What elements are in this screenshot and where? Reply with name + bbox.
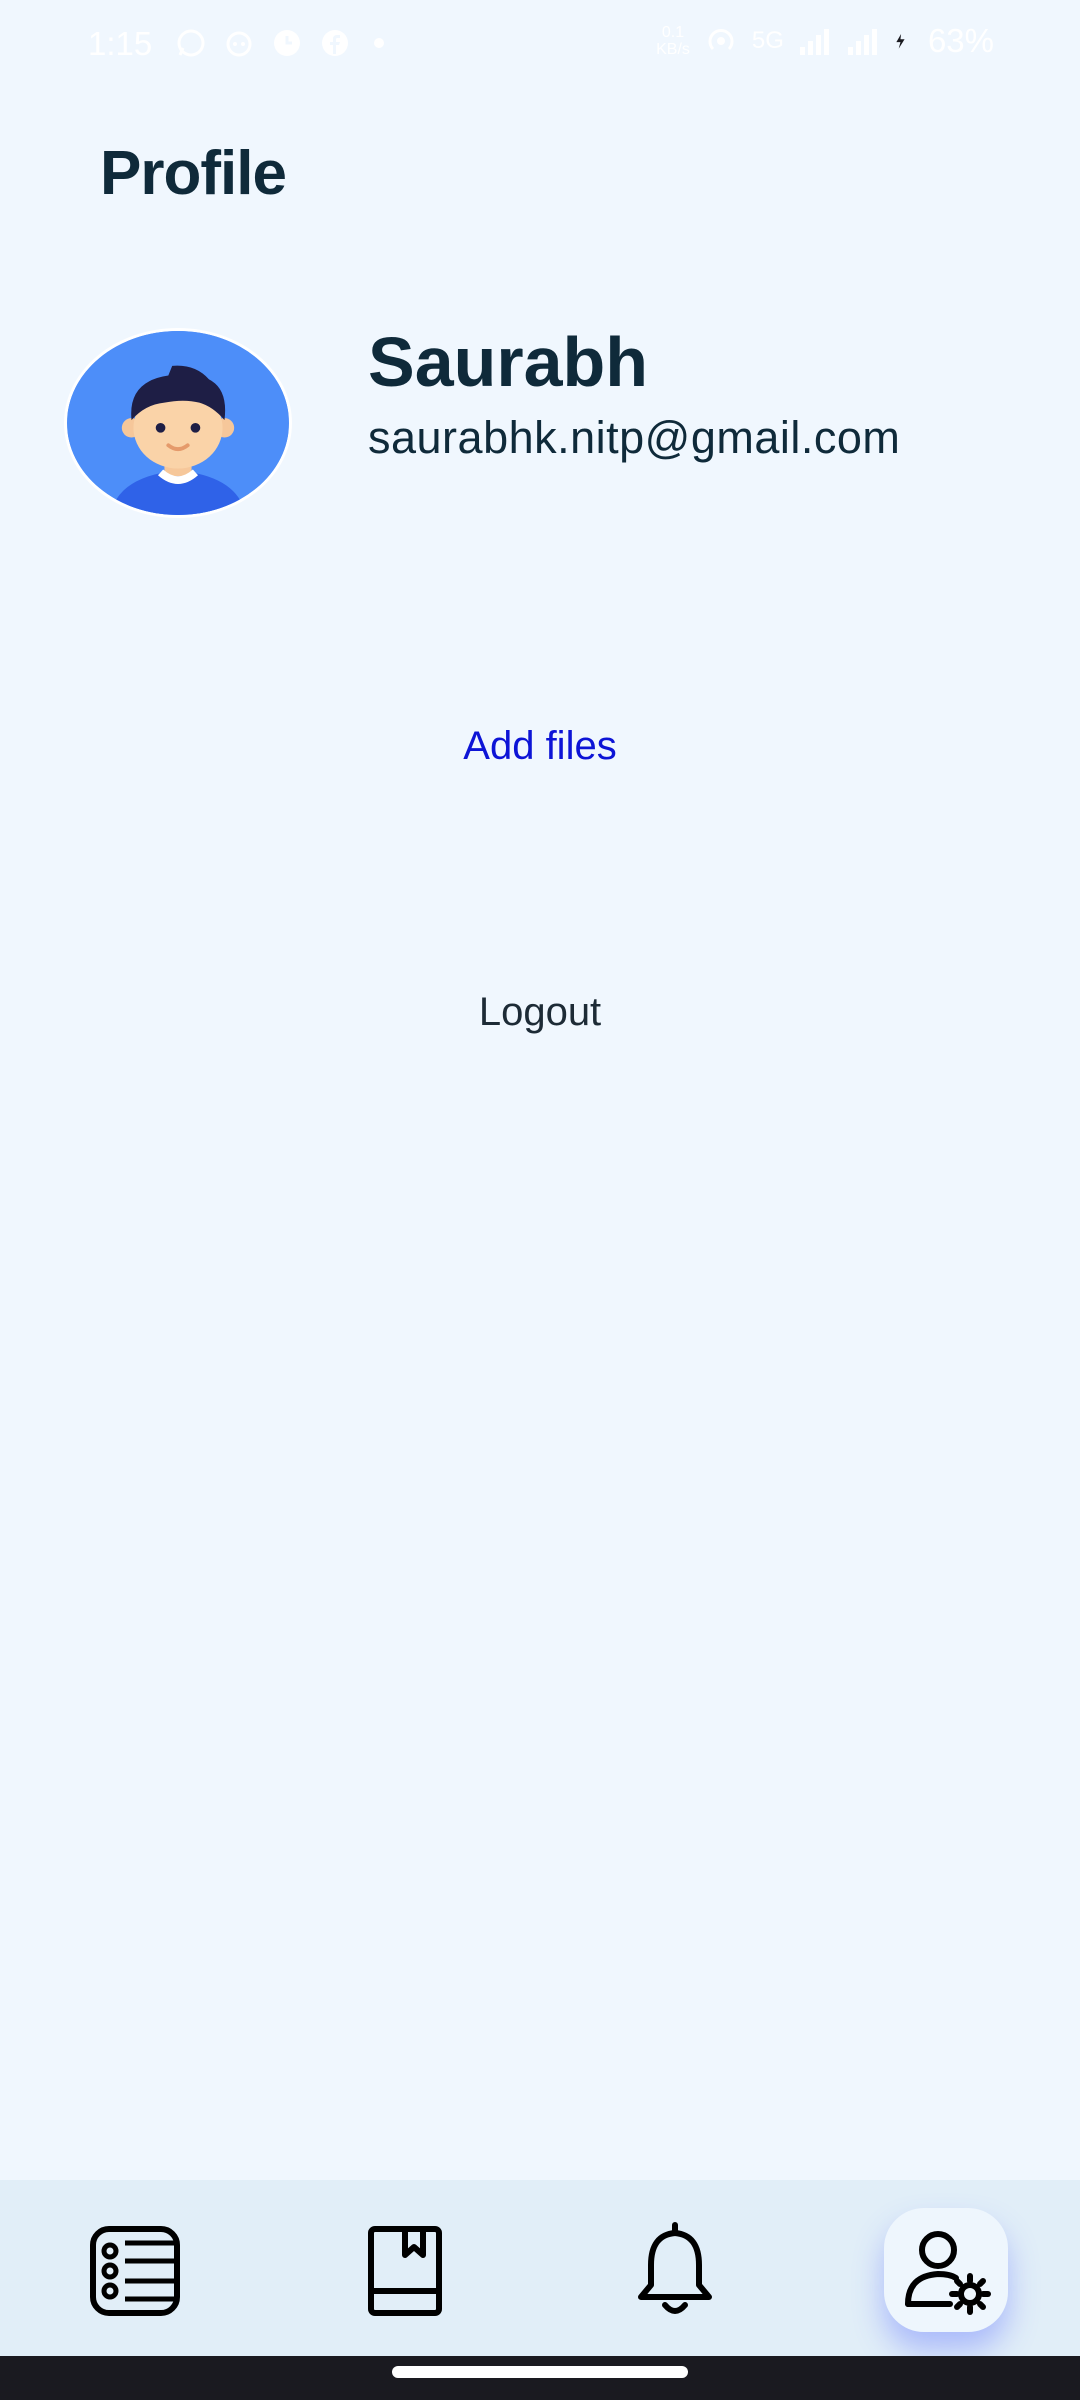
user-email: saurabhk.nitp@gmail.com	[368, 412, 901, 463]
bell-icon	[638, 2222, 712, 2314]
list-icon	[90, 2226, 180, 2316]
battery-level: 63%	[927, 22, 994, 59]
add-files-link[interactable]: Add files	[0, 724, 1080, 769]
user-avatar-illustration	[67, 331, 289, 515]
charging-icon	[896, 33, 905, 49]
profile-screen: 1:15 0.1 KB/s 5G 63% Profile Saurabh sau…	[0, 0, 1080, 2400]
whatsapp-icon	[177, 29, 205, 57]
bottom-navigation	[0, 2180, 1080, 2356]
home-gesture-handle[interactable]	[392, 2366, 688, 2378]
bookmark-book-icon	[368, 2226, 442, 2316]
signal-icon-2	[847, 29, 877, 55]
user-name: Saurabh	[368, 323, 649, 401]
page-title: Profile	[100, 139, 287, 208]
network-type: 5G	[751, 27, 784, 54]
nav-profile-button[interactable]	[884, 2208, 1008, 2332]
more-notifications-dot	[374, 38, 384, 48]
user-settings-icon	[905, 2231, 991, 2315]
nav-list-button[interactable]	[80, 2216, 190, 2326]
reddit-icon	[226, 31, 252, 57]
clock-icon	[274, 30, 300, 56]
avatar[interactable]	[64, 328, 292, 518]
system-gesture-bar	[0, 2356, 1080, 2400]
nav-notifications-button[interactable]	[620, 2216, 730, 2326]
logout-button[interactable]: Logout	[0, 990, 1080, 1035]
facebook-icon	[322, 30, 348, 56]
nav-bookmarks-button[interactable]	[350, 2216, 460, 2326]
network-speed: 0.1 KB/s	[656, 24, 690, 58]
status-time: 1:15	[88, 25, 153, 62]
hotspot-icon	[708, 29, 734, 51]
signal-icon	[799, 29, 829, 55]
notification-icons	[176, 28, 384, 58]
status-bar: 1:15 0.1 KB/s 5G 63%	[0, 0, 1080, 90]
system-status: 0.1 KB/s 5G 63%	[656, 22, 994, 60]
